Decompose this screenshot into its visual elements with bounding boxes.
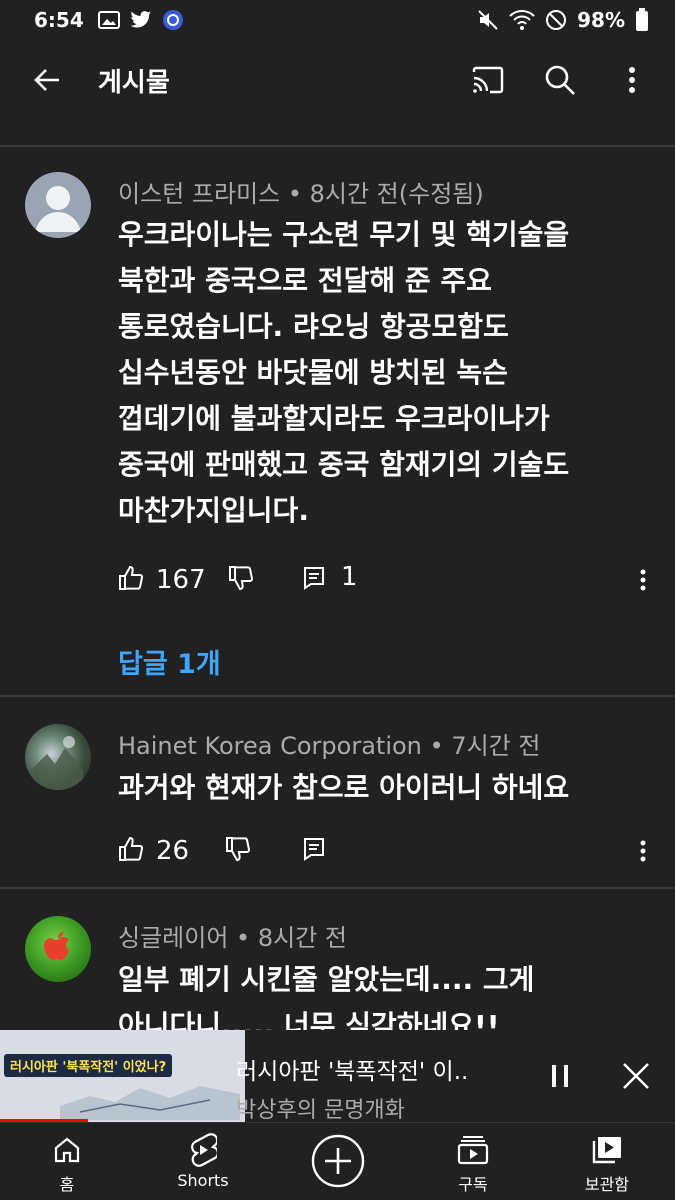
app-bar: 게시물	[0, 40, 675, 120]
page-title: 게시물	[98, 67, 170, 98]
reply-button[interactable]	[303, 566, 325, 594]
map-thumbnail-image	[60, 1086, 240, 1120]
comment-meta: 싱글레이어 • 8시간 전	[118, 924, 347, 952]
view-replies-link[interactable]: 답글 1개	[118, 642, 221, 681]
comment-more-button[interactable]	[633, 835, 653, 867]
close-icon	[623, 1063, 649, 1089]
comment-more-button[interactable]	[633, 564, 653, 596]
comment-time: 7시간 전	[451, 732, 541, 760]
cast-icon	[472, 66, 504, 94]
more-vert-icon	[629, 67, 635, 93]
nav-label: 보관함	[584, 1175, 630, 1194]
comment-author[interactable]: 싱글레이어	[118, 924, 228, 952]
back-button[interactable]	[12, 45, 82, 115]
subscriptions-icon	[457, 1136, 489, 1165]
nav-item-home[interactable]: 홈	[12, 1123, 122, 1200]
search-icon	[545, 65, 575, 95]
comment-actions: 26	[118, 831, 675, 871]
comment-line: 껍데기에 불과할지라도 우크라이나가	[118, 402, 550, 435]
like-button[interactable]	[118, 565, 144, 595]
comment-meta: Hainet Korea Corporation • 7시간 전	[118, 732, 541, 760]
wifi-icon	[509, 10, 535, 30]
nav-label: 구독	[458, 1175, 488, 1194]
do-not-disturb-icon	[546, 10, 567, 30]
more-vert-icon	[640, 569, 646, 591]
comment-line: 북한과 중국으로 전달해 준 주요	[118, 264, 492, 297]
comment-line: 아니다니..... 너무 심각하네요!!	[118, 1009, 500, 1030]
avatar[interactable]	[25, 724, 91, 790]
thumbs-up-icon	[119, 836, 144, 861]
library-icon	[592, 1137, 621, 1164]
comment-time: 8시간 전(수정됨)	[309, 180, 484, 208]
reply-button[interactable]	[303, 837, 325, 865]
pause-icon	[552, 1065, 568, 1087]
comment-icon	[304, 567, 324, 590]
comment-time: 8시간 전	[257, 924, 347, 952]
cast-button[interactable]	[457, 49, 519, 111]
nav-item-library[interactable]: 보관함	[552, 1123, 662, 1200]
mini-player-thumbnail[interactable]: 러시아판 '북폭작전' 이었나?	[0, 1030, 245, 1122]
create-icon	[311, 1134, 365, 1188]
status-bar: 6:54 98%	[0, 0, 675, 40]
bottom-navigation: 홈 Shorts 구독 보관함	[0, 1122, 675, 1200]
dislike-button[interactable]	[228, 565, 254, 595]
comment-line: 십수년동안 바닷물에 방치된 녹슨	[118, 356, 508, 389]
status-time: 6:54	[34, 8, 84, 32]
comment-item: 이스턴 프라미스 • 8시간 전(수정됨) 우크라이나는 구소련 무기 및 핵기…	[0, 146, 675, 695]
comment-author[interactable]: Hainet Korea Corporation	[118, 732, 422, 760]
channel-avatar-image	[33, 736, 83, 790]
battery-icon	[636, 8, 648, 31]
comment-line: 통로였습니다. 랴오닝 항공모함도	[118, 310, 509, 343]
avatar[interactable]	[25, 916, 91, 982]
dislike-button[interactable]	[225, 836, 251, 866]
back-arrow-icon	[34, 69, 59, 91]
nav-label: Shorts	[177, 1171, 229, 1190]
twitter-icon	[130, 11, 151, 28]
apple-logo-icon	[44, 932, 69, 960]
close-mini-player-button[interactable]	[616, 1056, 656, 1096]
comment-author[interactable]: 이스턴 프라미스	[118, 180, 280, 208]
mini-player[interactable]: 러시아판 '북폭작전' 이었나? 러시아판 '북폭작전' 이.. 박상후의 문명…	[0, 1030, 675, 1123]
comment-text: 일부 폐기 시킨줄 알았는데.... 그게 아니다니..... 너무 심각하네요…	[118, 957, 658, 1030]
mute-icon	[478, 10, 498, 30]
comment-item: Hainet Korea Corporation • 7시간 전 과거와 현재가…	[0, 697, 675, 887]
comment-icon	[304, 838, 324, 861]
thumbs-up-icon	[119, 565, 144, 590]
app-notification-icon	[162, 10, 183, 30]
comment-line: 중국에 판매했고 중국 함재기의 기술도	[118, 448, 570, 481]
like-count: 26	[156, 836, 190, 866]
more-options-button[interactable]	[601, 49, 663, 111]
mini-player-title[interactable]: 러시아판 '북폭작전' 이..	[236, 1052, 468, 1086]
comment-item: 싱글레이어 • 8시간 전 일부 폐기 시킨줄 알았는데.... 그게 아니다니…	[0, 889, 675, 1030]
nav-item-shorts[interactable]: Shorts	[148, 1123, 258, 1200]
reply-count: 1	[341, 562, 358, 592]
nav-label: 홈	[59, 1175, 75, 1194]
thumbnail-banner: 러시아판 '북폭작전' 이었나?	[4, 1054, 173, 1077]
nav-item-subscriptions[interactable]: 구독	[418, 1123, 528, 1200]
thumbs-down-icon	[228, 566, 253, 591]
comment-text: 우크라이나는 구소련 무기 및 핵기술을 북한과 중국으로 전달해 준 주요 통…	[118, 212, 658, 534]
shorts-icon	[191, 1133, 217, 1167]
gallery-icon	[97, 11, 120, 29]
nav-item-create[interactable]	[283, 1123, 393, 1200]
like-count: 167	[156, 565, 206, 595]
default-avatar-icon	[35, 186, 81, 232]
comment-line: 과거와 현재가 참으로 아이러니 하네요	[118, 771, 570, 804]
comment-meta: 이스턴 프라미스 • 8시간 전(수정됨)	[118, 180, 484, 208]
pause-button[interactable]	[540, 1056, 580, 1096]
more-vert-icon	[640, 840, 646, 862]
battery-level: 98%	[577, 8, 625, 32]
thumbs-down-icon	[226, 837, 251, 862]
mini-player-channel: 박상후의 문명개화	[236, 1098, 405, 1123]
search-button[interactable]	[529, 49, 591, 111]
comment-actions: 167 1	[118, 560, 675, 600]
comment-line: 마찬가지입니다.	[118, 494, 309, 527]
comment-text: 과거와 현재가 참으로 아이러니 하네요	[118, 765, 658, 811]
comment-line: 일부 폐기 시킨줄 알았는데.... 그게	[118, 963, 535, 996]
home-icon	[54, 1137, 80, 1163]
like-button[interactable]	[118, 836, 144, 866]
comment-line: 우크라이나는 구소련 무기 및 핵기술을	[118, 218, 570, 251]
avatar[interactable]	[25, 172, 91, 238]
